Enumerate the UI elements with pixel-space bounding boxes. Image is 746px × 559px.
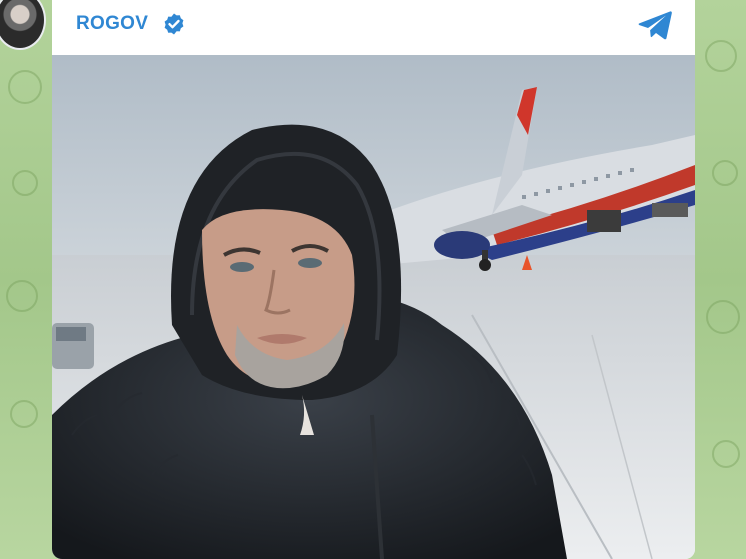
telegram-share-icon[interactable] [637, 9, 673, 41]
channel-name[interactable]: ROGOV [76, 13, 148, 35]
message-bubble: ROGOV [52, 0, 695, 559]
wallpaper-doodle [8, 70, 42, 104]
wallpaper-doodle [705, 40, 737, 72]
wallpaper-doodle [706, 300, 740, 334]
wallpaper-doodle [6, 280, 38, 312]
wallpaper-doodle [12, 170, 38, 196]
wallpaper-doodle [712, 160, 738, 186]
post-header: ROGOV [52, 0, 695, 55]
photo-scene [52, 55, 695, 559]
wallpaper-doodle [10, 400, 38, 428]
verified-badge-icon [164, 13, 184, 35]
wallpaper-doodle [712, 440, 740, 468]
post-photo[interactable] [52, 55, 695, 559]
